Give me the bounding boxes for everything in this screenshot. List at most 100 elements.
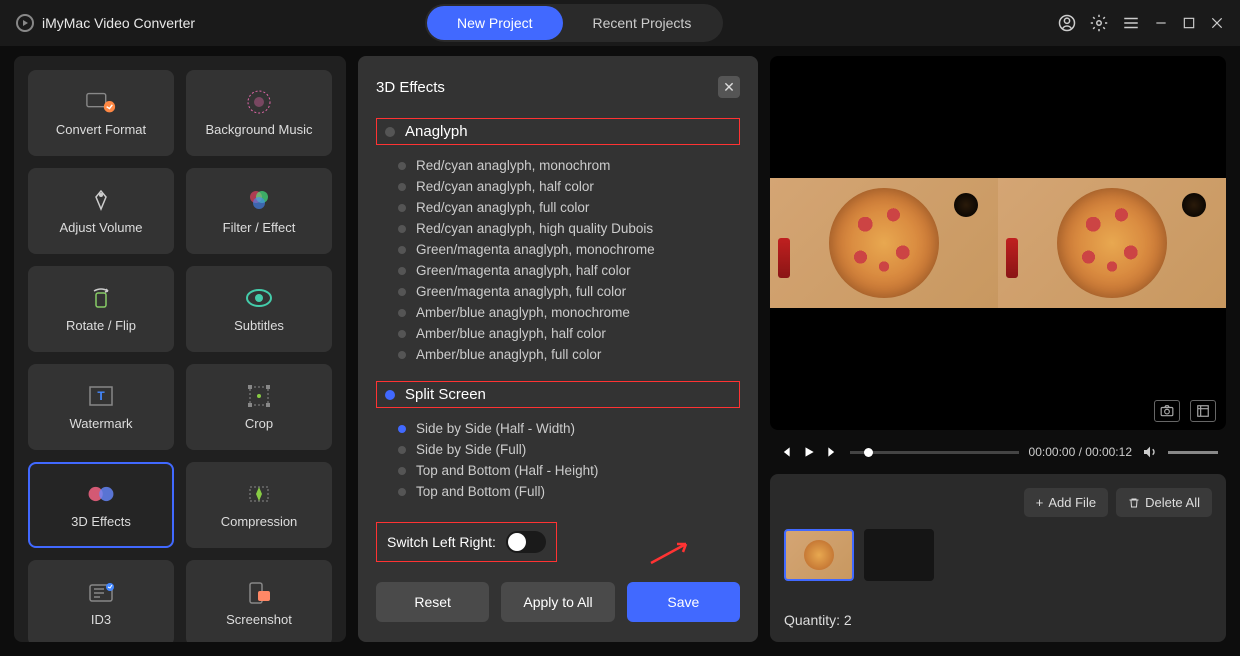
anaglyph-option[interactable]: Red/cyan anaglyph, half color bbox=[398, 176, 740, 197]
tool-subtitles[interactable]: Subtitles bbox=[186, 266, 332, 352]
3d-effects-icon bbox=[85, 482, 117, 506]
add-file-button[interactable]: +Add File bbox=[1024, 488, 1108, 517]
anaglyph-option[interactable]: Red/cyan anaglyph, high quality Dubois bbox=[398, 218, 740, 239]
plus-icon: + bbox=[1036, 495, 1044, 510]
anaglyph-option[interactable]: Amber/blue anaglyph, half color bbox=[398, 323, 740, 344]
tool-filter-effect[interactable]: Filter / Effect bbox=[186, 168, 332, 254]
tool-watermark[interactable]: TWatermark bbox=[28, 364, 174, 450]
tab-recent-projects[interactable]: Recent Projects bbox=[563, 6, 722, 40]
arrow-annotation-icon bbox=[646, 538, 696, 568]
reset-button[interactable]: Reset bbox=[376, 582, 489, 622]
split-option[interactable]: Side by Side (Half - Width) bbox=[398, 418, 740, 439]
play-icon[interactable] bbox=[802, 445, 816, 459]
delete-all-button[interactable]: Delete All bbox=[1116, 488, 1212, 517]
anaglyph-group-header[interactable]: Anaglyph bbox=[376, 118, 740, 145]
close-icon[interactable] bbox=[1210, 16, 1224, 30]
option-label: Red/cyan anaglyph, monochrom bbox=[416, 158, 610, 173]
fullscreen-icon[interactable] bbox=[1190, 400, 1216, 422]
video-preview bbox=[770, 56, 1226, 430]
option-label: Green/magenta anaglyph, monochrome bbox=[416, 242, 655, 257]
tool-rotate-flip[interactable]: Rotate / Flip bbox=[28, 266, 174, 352]
tool-label: Watermark bbox=[69, 416, 132, 431]
app-title: iMyMac Video Converter bbox=[42, 15, 195, 31]
tool-crop[interactable]: Crop bbox=[186, 364, 332, 450]
radio-icon bbox=[398, 204, 406, 212]
user-icon[interactable] bbox=[1058, 14, 1076, 32]
tool-label: Crop bbox=[245, 416, 273, 431]
option-label: Red/cyan anaglyph, high quality Dubois bbox=[416, 221, 653, 236]
anaglyph-option[interactable]: Red/cyan anaglyph, monochrom bbox=[398, 155, 740, 176]
tool-label: Background Music bbox=[206, 122, 313, 137]
volume-slider[interactable] bbox=[1168, 451, 1218, 454]
anaglyph-option[interactable]: Amber/blue anaglyph, monochrome bbox=[398, 302, 740, 323]
app-logo: iMyMac Video Converter bbox=[16, 14, 195, 32]
timeline-slider[interactable] bbox=[850, 451, 1019, 454]
camera-icon[interactable] bbox=[1154, 400, 1180, 422]
option-label: Red/cyan anaglyph, full color bbox=[416, 200, 589, 215]
anaglyph-option[interactable]: Green/magenta anaglyph, half color bbox=[398, 260, 740, 281]
radio-icon bbox=[398, 267, 406, 275]
next-icon[interactable] bbox=[826, 445, 840, 459]
option-label: Red/cyan anaglyph, half color bbox=[416, 179, 594, 194]
radio-icon bbox=[398, 351, 406, 359]
tool-label: Compression bbox=[221, 514, 298, 529]
switch-left-right-row: Switch Left Right: bbox=[376, 522, 557, 562]
effects-panel: 3D Effects ✕ Anaglyph Red/cyan anaglyph,… bbox=[358, 56, 758, 642]
option-label: Side by Side (Half - Width) bbox=[416, 421, 575, 436]
radio-icon bbox=[398, 488, 406, 496]
tool-label: Convert Format bbox=[56, 122, 146, 137]
split-screen-group-header[interactable]: Split Screen bbox=[376, 381, 740, 408]
file-thumbnail[interactable] bbox=[784, 529, 854, 581]
gear-icon[interactable] bbox=[1090, 14, 1108, 32]
prev-icon[interactable] bbox=[778, 445, 792, 459]
tool-compression[interactable]: Compression bbox=[186, 462, 332, 548]
minimize-icon[interactable] bbox=[1154, 16, 1168, 30]
anaglyph-option[interactable]: Red/cyan anaglyph, full color bbox=[398, 197, 740, 218]
tool-label: Subtitles bbox=[234, 318, 284, 333]
tool-label: ID3 bbox=[91, 612, 111, 627]
anaglyph-option[interactable]: Green/magenta anaglyph, full color bbox=[398, 281, 740, 302]
volume-icon[interactable] bbox=[1142, 444, 1158, 460]
radio-icon bbox=[385, 127, 395, 137]
split-option[interactable]: Top and Bottom (Full) bbox=[398, 481, 740, 502]
option-label: Green/magenta anaglyph, full color bbox=[416, 284, 626, 299]
tool-3d-effects[interactable]: 3D Effects bbox=[28, 462, 174, 548]
tab-new-project[interactable]: New Project bbox=[427, 6, 562, 40]
adjust-volume-icon bbox=[85, 188, 117, 212]
tool-label: 3D Effects bbox=[71, 514, 131, 529]
radio-icon bbox=[398, 330, 406, 338]
tool-background-music[interactable]: Background Music bbox=[186, 70, 332, 156]
save-button[interactable]: Save bbox=[627, 582, 740, 622]
menu-icon[interactable] bbox=[1122, 14, 1140, 32]
file-thumbnail[interactable] bbox=[864, 529, 934, 581]
close-panel-button[interactable]: ✕ bbox=[718, 76, 740, 98]
tool-label: Rotate / Flip bbox=[66, 318, 136, 333]
tool-label: Filter / Effect bbox=[223, 220, 296, 235]
option-label: Amber/blue anaglyph, half color bbox=[416, 326, 606, 341]
tool-convert-format[interactable]: Convert Format bbox=[28, 70, 174, 156]
radio-icon bbox=[398, 246, 406, 254]
anaglyph-option[interactable]: Amber/blue anaglyph, full color bbox=[398, 344, 740, 365]
maximize-icon[interactable] bbox=[1182, 16, 1196, 30]
tools-sidebar: Convert Format Background Music Adjust Vol… bbox=[14, 56, 346, 642]
radio-icon bbox=[398, 446, 406, 454]
anaglyph-option[interactable]: Green/magenta anaglyph, monochrome bbox=[398, 239, 740, 260]
switch-left-right-toggle[interactable] bbox=[506, 531, 546, 553]
option-label: Green/magenta anaglyph, half color bbox=[416, 263, 631, 278]
tool-adjust-volume[interactable]: Adjust Volume bbox=[28, 168, 174, 254]
tool-id3[interactable]: ID3 bbox=[28, 560, 174, 642]
split-option[interactable]: Side by Side (Full) bbox=[398, 439, 740, 460]
split-screen-title: Split Screen bbox=[405, 386, 486, 403]
apply-to-all-button[interactable]: Apply to All bbox=[501, 582, 614, 622]
quantity-display: Quantity: 2 bbox=[784, 612, 1212, 628]
preview-frame bbox=[770, 178, 1226, 308]
split-option[interactable]: Top and Bottom (Half - Height) bbox=[398, 460, 740, 481]
radio-icon bbox=[398, 309, 406, 317]
window-controls bbox=[1058, 14, 1224, 32]
subtitles-icon bbox=[243, 286, 275, 310]
trash-icon bbox=[1128, 497, 1140, 509]
option-label: Side by Side (Full) bbox=[416, 442, 526, 457]
radio-icon bbox=[398, 183, 406, 191]
tool-label: Adjust Volume bbox=[59, 220, 142, 235]
tool-screenshot[interactable]: Screenshot bbox=[186, 560, 332, 642]
